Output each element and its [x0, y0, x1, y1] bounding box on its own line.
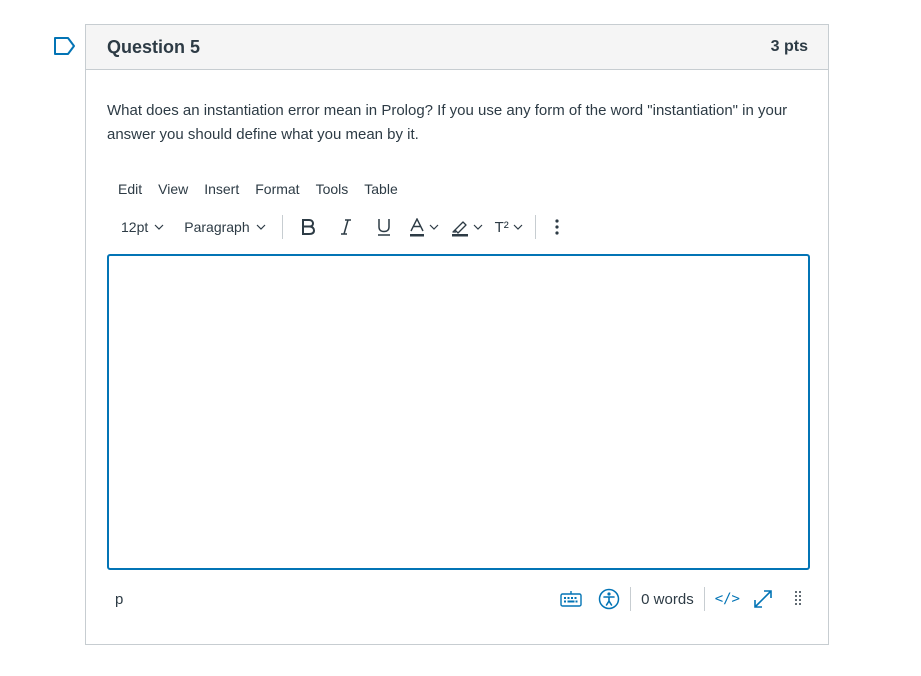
flag-icon[interactable] — [53, 36, 77, 56]
highlight-icon — [451, 220, 468, 236]
italic-icon — [340, 219, 351, 235]
more-icon — [555, 219, 559, 235]
italic-button[interactable] — [327, 214, 365, 240]
menu-tools[interactable]: Tools — [308, 179, 357, 199]
statusbar-divider — [630, 587, 632, 611]
toolbar-divider — [534, 215, 536, 239]
element-path[interactable]: p — [107, 591, 123, 608]
question-title: Question 5 — [107, 36, 201, 57]
answer-editor[interactable] — [107, 254, 810, 570]
text-color-icon — [409, 217, 424, 236]
menu-format[interactable]: Format — [247, 179, 307, 199]
fullscreen-icon — [754, 590, 772, 608]
toolbar-divider — [281, 215, 283, 239]
font-size-value: 12pt — [121, 219, 149, 235]
chevron-down-icon — [473, 224, 483, 230]
resize-handle[interactable] — [794, 590, 802, 608]
menu-table[interactable]: Table — [356, 179, 405, 199]
statusbar-controls: 0 words </> — [560, 584, 810, 614]
bold-button[interactable] — [289, 214, 327, 240]
word-count[interactable]: 0 words — [641, 591, 694, 608]
accessibility-icon — [598, 588, 620, 610]
question-card: Question 5 3 pts What does an instantiat… — [85, 24, 829, 645]
editor-statusbar: p 0 words </> — [107, 584, 810, 614]
more-button[interactable] — [542, 214, 572, 240]
editor-toolbar: 12pt Paragraph T² — [111, 214, 572, 240]
accessibility-checker-button[interactable] — [598, 588, 620, 610]
underline-button[interactable] — [365, 214, 403, 240]
fullscreen-button[interactable] — [752, 588, 774, 610]
chevron-down-icon — [429, 224, 439, 230]
chevron-down-icon — [513, 224, 523, 230]
menu-insert[interactable]: Insert — [196, 179, 247, 199]
keyboard-shortcuts-button[interactable] — [560, 591, 582, 607]
underline-icon — [377, 219, 390, 236]
question-text: What does an instantiation error mean in… — [107, 102, 788, 143]
keyboard-icon — [560, 591, 582, 607]
chevron-down-icon — [256, 224, 266, 230]
bold-icon — [301, 219, 315, 235]
question-points: 3 pts — [770, 38, 808, 55]
font-size-select[interactable]: 12pt — [111, 214, 174, 240]
block-format-select[interactable]: Paragraph — [174, 214, 275, 240]
statusbar-divider — [703, 587, 705, 611]
superscript-button[interactable]: T² — [489, 214, 529, 240]
html-editor-toggle[interactable]: </> — [715, 591, 740, 607]
question-header: Question 5 3 pts — [86, 25, 828, 70]
menu-view[interactable]: View — [150, 179, 196, 199]
chevron-down-icon — [154, 224, 164, 230]
menu-edit[interactable]: Edit — [111, 179, 150, 199]
editor-menubar: Edit View Insert Format Tools Table — [111, 179, 406, 199]
block-format-value: Paragraph — [184, 219, 250, 235]
resize-handle-icon — [795, 591, 801, 605]
superscript-icon: T² — [494, 218, 509, 236]
highlight-color-button[interactable] — [445, 214, 489, 240]
text-color-button[interactable] — [403, 214, 445, 240]
